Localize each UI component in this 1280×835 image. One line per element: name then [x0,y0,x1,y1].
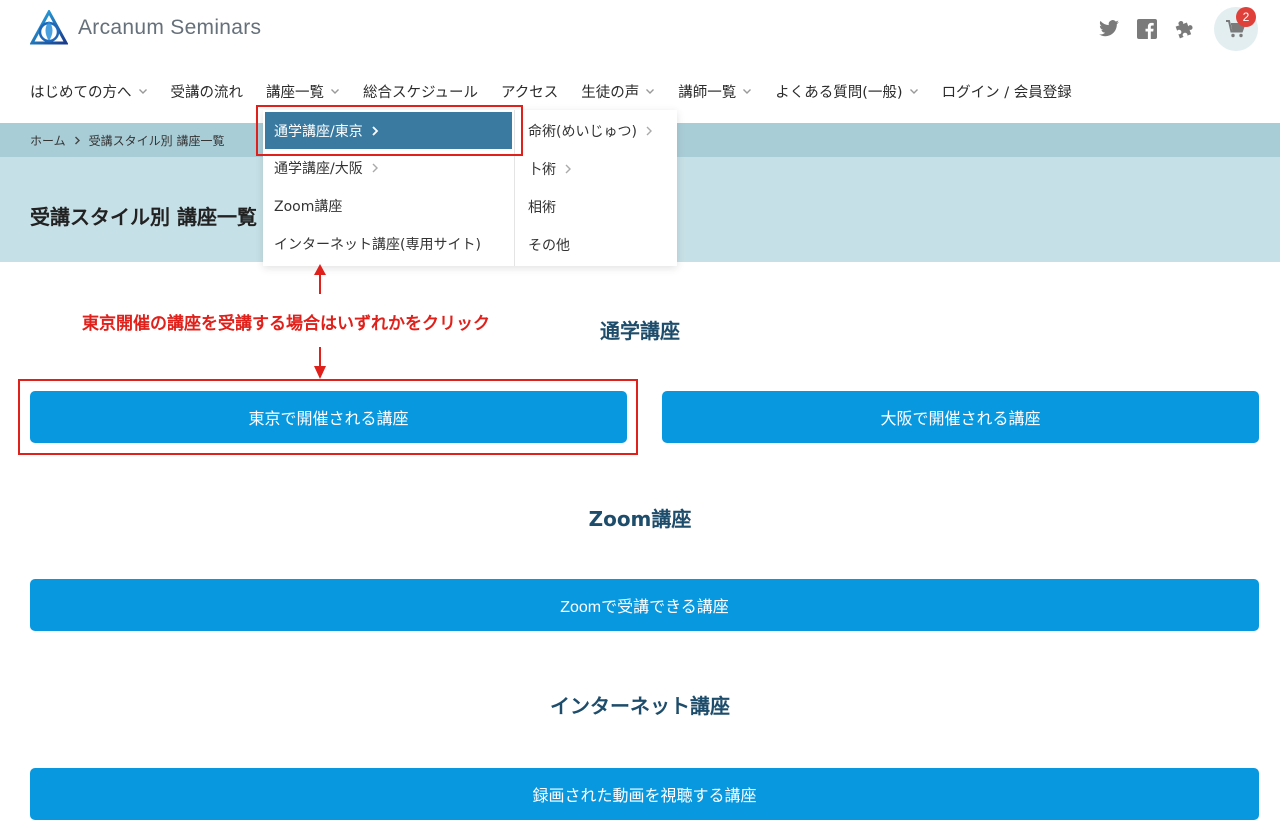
main-nav: はじめての方へ 受講の流れ 講座一覧 総合スケジュール アクセス 生徒の声 講師… [30,78,1095,104]
chevron-down-icon [743,89,752,94]
highlight-box-tokyo-button [18,379,638,455]
chevron-down-icon [331,89,339,94]
nav-item-instructors[interactable]: 講師一覧 [678,81,752,102]
dropdown-item-bokujutsu[interactable]: 卜術 [515,150,677,188]
nav-item-label: はじめての方へ [30,84,132,101]
dropdown-item-label: 卜術 [528,162,556,178]
cart-button[interactable]: 2 [1214,7,1258,51]
breadcrumb: ホーム 受講スタイル別 講座一覧 [30,132,224,149]
nav-item-label: ログイン / 会員登録 [941,84,1072,101]
nav-item-login[interactable]: ログイン / 会員登録 [942,81,1072,102]
site-logo[interactable]: Arcanum Seminars [30,10,261,46]
breadcrumb-home-link[interactable]: ホーム [30,132,66,149]
chevron-right-icon [372,163,378,173]
arrow-up-icon [314,264,326,294]
facebook-icon[interactable] [1136,18,1158,40]
nav-item-label: 受講の流れ [170,84,244,101]
page-title: 受講スタイル別 講座一覧 [30,205,257,229]
chevron-right-icon [74,136,80,145]
nav-item-testimonials[interactable]: 生徒の声 [581,81,655,102]
osaka-courses-button[interactable]: 大阪で開催される講座 [662,391,1259,443]
chevron-right-icon [646,126,652,136]
chevron-down-icon [646,89,655,94]
nav-item-access[interactable]: アクセス [501,81,558,102]
nav-item-label: よくある質問(一般) [775,84,903,101]
dropdown-item-label: 相術 [528,200,556,216]
nav-item-courses[interactable]: 講座一覧 [266,81,340,102]
arrow-down-icon [314,347,326,379]
breadcrumb-current: 受講スタイル別 講座一覧 [88,134,225,148]
zoom-courses-button[interactable]: Zoomで受講できる講座 [30,579,1259,631]
nav-item-label: 講師一覧 [678,84,737,101]
twitter-icon[interactable] [1098,18,1120,40]
logo-text: Arcanum Seminars [78,16,262,39]
nav-item-faq[interactable]: よくある質問(一般) [775,81,918,102]
highlight-box-tokyo-menu [256,105,523,156]
dropdown-column-category: 命術(めいじゅつ) 卜術 相術 その他 [515,110,677,266]
dropdown-item-label: Zoom講座 [274,199,343,215]
dropdown-item-meijutsu[interactable]: 命術(めいじゅつ) [515,112,677,150]
nav-item-label: 講座一覧 [266,84,324,101]
section-title-tsugaku: 通学講座 [600,319,680,343]
logo-mark-icon [30,10,68,45]
internet-courses-button[interactable]: 録画された動画を視聴する講座 [30,768,1259,820]
chevron-down-icon [909,89,918,94]
dropdown-item-soujutsu[interactable]: 相術 [515,188,677,226]
chevron-down-icon [138,89,147,94]
nav-item-schedule[interactable]: 総合スケジュール [363,81,478,102]
section-title-internet: インターネット講座 [550,694,730,718]
nav-item-first-time[interactable]: はじめての方へ [30,81,148,102]
nav-item-label: アクセス [500,84,559,101]
nav-item-label: 生徒の声 [581,84,640,101]
dropdown-item-label: 命術(めいじゅつ) [528,124,637,140]
dropdown-item-zoom[interactable]: Zoom講座 [263,187,514,225]
dropdown-item-label: インターネット講座(専用サイト) [274,237,481,253]
nav-item-flow[interactable]: 受講の流れ [171,81,244,102]
dropdown-item-label: 通学講座/大阪 [274,161,363,177]
dropdown-item-label: その他 [528,238,570,254]
header-social-icons: 2 [1098,7,1258,51]
dropdown-item-other[interactable]: その他 [515,226,677,264]
cart-count-badge: 2 [1236,7,1256,27]
chevron-right-icon [565,164,571,174]
dropdown-item-internet[interactable]: インターネット講座(専用サイト) [263,225,514,263]
nav-item-label: 総合スケジュール [363,84,478,101]
section-title-zoom: Zoom講座 [588,507,692,531]
puzzle-icon[interactable] [1174,18,1196,40]
